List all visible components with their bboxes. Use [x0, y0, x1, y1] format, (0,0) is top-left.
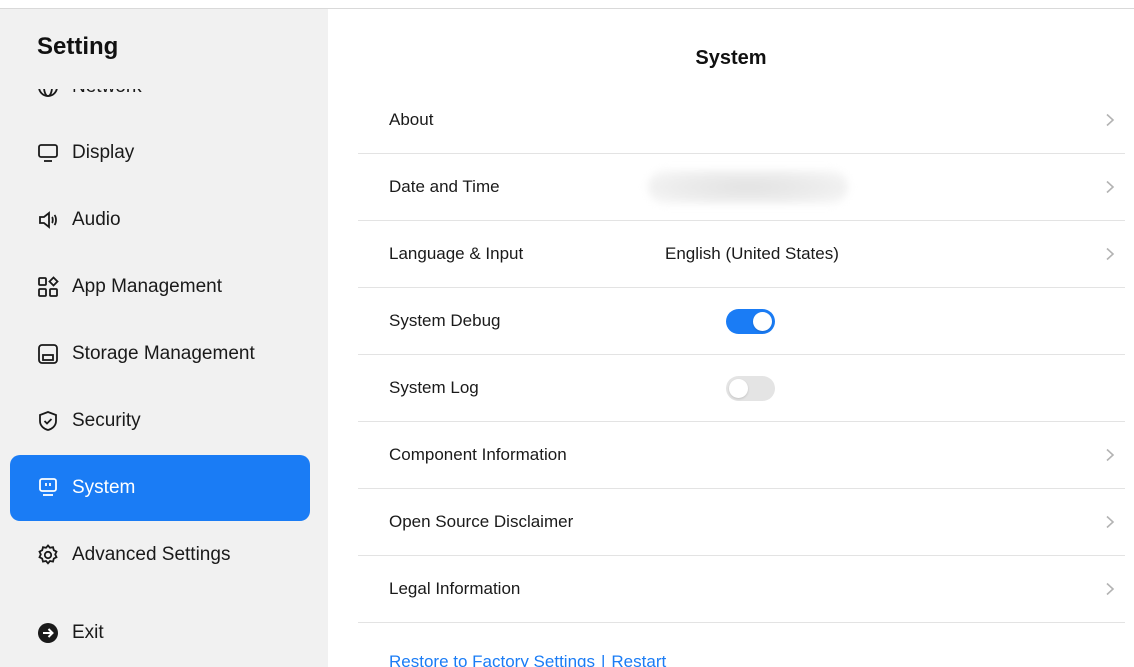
sidebar-item-security[interactable]: Security	[10, 388, 310, 454]
row-label: About	[389, 110, 434, 129]
exit-arrow-icon	[36, 621, 60, 645]
sidebar-item-exit[interactable]: Exit	[10, 600, 310, 666]
row-label: System Debug	[389, 311, 501, 330]
system-icon	[36, 476, 60, 500]
chevron-right-icon	[1103, 448, 1117, 462]
restore-factory-settings-link[interactable]: Restore to Factory Settings	[389, 652, 595, 667]
toggle-knob	[753, 311, 772, 331]
speaker-icon	[36, 208, 60, 232]
row-value: English (United States)	[665, 244, 839, 263]
main-panel: System About Date and Time Language & In…	[328, 9, 1134, 667]
sidebar-item-audio[interactable]: Audio	[10, 187, 310, 253]
row-open-source-disclaimer[interactable]: Open Source Disclaimer	[358, 489, 1125, 556]
toggle-knob	[729, 378, 748, 398]
row-label: Date and Time	[389, 177, 500, 196]
sidebar-item-display[interactable]: Display	[10, 120, 310, 186]
row-system-log: System Log	[358, 355, 1125, 422]
gear-icon	[36, 543, 60, 567]
system-log-toggle[interactable]	[726, 375, 775, 401]
footer-actions: Restore to Factory Settings | Restart	[389, 652, 666, 667]
settings-app: Network Display Audio App Management Sto…	[0, 0, 1134, 667]
monitor-icon	[36, 141, 60, 165]
sidebar-item-label: Exit	[72, 622, 104, 643]
chevron-right-icon	[1103, 247, 1117, 261]
shield-check-icon	[36, 409, 60, 433]
restart-link[interactable]: Restart	[611, 652, 666, 667]
settings-list: About Date and Time Language & Input Eng…	[358, 87, 1125, 623]
sidebar-item-app-management[interactable]: App Management	[10, 254, 310, 320]
row-component-information[interactable]: Component Information	[358, 422, 1125, 489]
row-label: Legal Information	[389, 579, 521, 598]
row-label: Language & Input	[389, 244, 524, 263]
row-label: Open Source Disclaimer	[389, 512, 574, 531]
sidebar-nav: Network Display Audio App Management Sto…	[0, 9, 328, 667]
sidebar-item-label: Storage Management	[72, 343, 255, 364]
footer-separator: |	[600, 652, 606, 667]
sidebar-item-label: System	[72, 477, 136, 498]
sidebar-item-label: Security	[72, 410, 141, 431]
sidebar-item-storage-management[interactable]: Storage Management	[10, 321, 310, 387]
row-date-and-time[interactable]: Date and Time	[358, 154, 1125, 221]
sidebar-title: Setting	[37, 33, 119, 60]
row-label: System Log	[389, 378, 479, 397]
row-system-debug: System Debug	[358, 288, 1125, 355]
sidebar-item-label: App Management	[72, 276, 222, 297]
chevron-right-icon	[1103, 582, 1117, 596]
row-label: Component Information	[389, 445, 567, 464]
row-legal-information[interactable]: Legal Information	[358, 556, 1125, 623]
sidebar-item-advanced-settings[interactable]: Advanced Settings	[10, 522, 310, 588]
sidebar-item-label: Advanced Settings	[72, 544, 231, 565]
sidebar: Network Display Audio App Management Sto…	[0, 9, 328, 667]
chevron-right-icon	[1103, 180, 1117, 194]
blurred-value	[648, 170, 848, 204]
row-about[interactable]: About	[358, 87, 1125, 154]
chevron-right-icon	[1103, 515, 1117, 529]
sidebar-item-system[interactable]: System	[10, 455, 310, 521]
sidebar-item-label: Display	[72, 142, 135, 163]
chevron-right-icon	[1103, 113, 1117, 127]
page-title: System	[695, 47, 767, 69]
sidebar-item-label: Audio	[72, 209, 121, 230]
system-debug-toggle[interactable]	[726, 308, 775, 334]
row-language-and-input[interactable]: Language & Input English (United States)	[358, 221, 1125, 288]
apps-icon	[36, 275, 60, 299]
storage-icon	[36, 342, 60, 366]
